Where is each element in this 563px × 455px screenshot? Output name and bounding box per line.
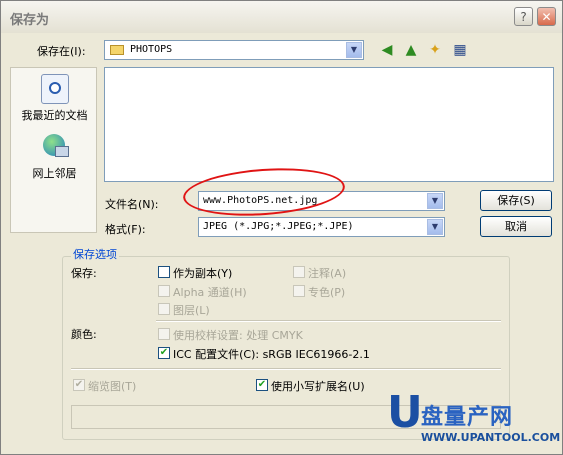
color-label: 颜色:: [71, 328, 97, 341]
thumbnail-label: 缩览图(T): [88, 380, 137, 393]
chevron-down-icon[interactable]: ▼: [346, 42, 362, 58]
proof-setup-checkbox[interactable]: [158, 328, 170, 340]
place-label: 我最近的文档: [21, 109, 88, 122]
proof-setup-label: 使用校样设置: 处理 CMYK: [173, 329, 303, 342]
watermark-logo-icon: U: [387, 387, 423, 438]
chevron-down-icon[interactable]: ▼: [427, 193, 443, 209]
icc-profile-label: ICC 配置文件(C): sRGB IEC61966-2.1: [173, 348, 370, 361]
window-title: 保存为: [10, 13, 50, 28]
alpha-channel-checkbox[interactable]: [158, 285, 170, 297]
save-as-dialog: 保存为 ? ✕ 保存在(I): PHOTOPS ▼ ◀ ▲ ✦ ▦ 我最近的文档…: [0, 0, 563, 455]
format-label: 格式(F):: [105, 223, 146, 236]
divider: [71, 368, 501, 370]
thumbnail-checkbox[interactable]: ✔: [73, 379, 85, 391]
close-button[interactable]: ✕: [537, 7, 556, 26]
help-button[interactable]: ?: [514, 7, 533, 26]
place-network[interactable]: 网上邻居: [11, 132, 98, 181]
save-button[interactable]: 保存(S): [480, 190, 552, 211]
as-copy-checkbox[interactable]: [158, 266, 170, 278]
annotations-checkbox[interactable]: [293, 266, 305, 278]
places-bar: 我最近的文档 网上邻居: [10, 67, 97, 233]
save-label: 保存:: [71, 267, 97, 280]
lowercase-extension-checkbox[interactable]: ✔: [256, 379, 268, 391]
watermark-brand: 盘量产网: [421, 405, 514, 430]
save-options-title: 保存选项: [71, 246, 119, 262]
save-in-value: PHOTOPS: [130, 44, 173, 55]
file-name-label: 文件名(N):: [105, 198, 159, 211]
lowercase-extension-label: 使用小写扩展名(U): [271, 380, 365, 393]
network-neighborhood-icon: [41, 134, 69, 160]
alpha-channel-label: Alpha 通道(H): [173, 286, 247, 299]
spot-colors-label: 专色(P): [308, 286, 346, 299]
save-in-dropdown[interactable]: PHOTOPS ▼: [104, 40, 364, 60]
title-bar: 保存为 ? ✕: [1, 1, 562, 33]
format-dropdown[interactable]: JPEG (*.JPG;*.JPEG;*.JPE) ▼: [198, 217, 445, 237]
as-copy-label: 作为副本(Y): [173, 267, 233, 280]
place-label: 网上邻居: [32, 167, 77, 180]
format-value: JPEG (*.JPG;*.JPEG;*.JPE): [203, 221, 354, 232]
annotations-label: 注释(A): [308, 267, 347, 280]
recent-documents-icon: [40, 74, 69, 104]
watermark-url: WWW.UPANTOOL.COM: [421, 431, 561, 444]
folder-icon: [110, 45, 124, 55]
chevron-down-icon[interactable]: ▼: [427, 219, 443, 235]
file-list[interactable]: [104, 67, 554, 182]
new-folder-icon[interactable]: ✦: [424, 40, 446, 60]
divider: [156, 320, 501, 322]
save-in-label: 保存在(I):: [37, 45, 86, 58]
layers-checkbox[interactable]: [158, 303, 170, 315]
icc-profile-checkbox[interactable]: ✔: [158, 347, 170, 359]
spot-colors-checkbox[interactable]: [293, 285, 305, 297]
back-icon[interactable]: ◀: [376, 40, 398, 60]
place-recent-documents[interactable]: 我最近的文档: [11, 72, 98, 123]
view-menu-icon[interactable]: ▦: [449, 40, 471, 60]
layers-label: 图层(L): [173, 304, 210, 317]
cancel-button[interactable]: 取消: [480, 216, 552, 237]
up-folder-icon[interactable]: ▲: [400, 40, 422, 60]
